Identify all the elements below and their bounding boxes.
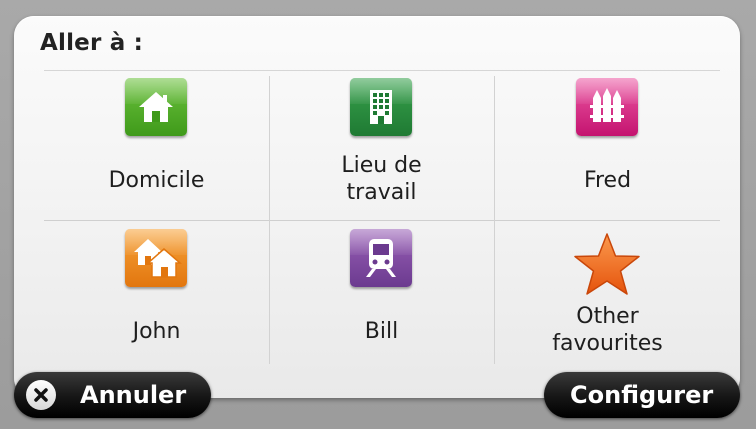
houses-icon [125,229,187,287]
configure-button-label: Configurer [570,381,714,409]
favourite-label: Bill [364,319,399,344]
page-title: Aller à : [40,30,144,56]
favourite-label: Lieu de travail [341,153,422,205]
favourite-label: Other favourites [552,304,663,356]
configure-button[interactable]: Configurer [544,372,740,418]
cancel-button-label: Annuler [80,381,187,409]
fence-icon [576,78,638,136]
office-building-icon [350,78,412,136]
favourite-fred-button[interactable]: Fred [495,70,720,220]
go-to-favourites-screen: Aller à : Domicile Lieu de travail Fred … [0,0,756,429]
favourite-john-button[interactable]: John [44,221,269,371]
other-favourites-button[interactable]: Other favourites [495,221,720,371]
star-icon [571,231,643,299]
favourite-label: Fred [583,168,632,193]
favourites-grid: Domicile Lieu de travail Fred John Bill … [44,70,720,370]
favourite-label: John [132,319,181,344]
close-icon [26,380,56,410]
favourite-work-button[interactable]: Lieu de travail [269,70,494,220]
favourite-bill-button[interactable]: Bill [269,221,494,371]
cancel-button[interactable]: Annuler [14,372,211,418]
favourite-home-button[interactable]: Domicile [44,70,269,220]
train-icon [350,229,412,287]
favourite-label: Domicile [108,168,205,193]
home-icon [125,78,187,136]
